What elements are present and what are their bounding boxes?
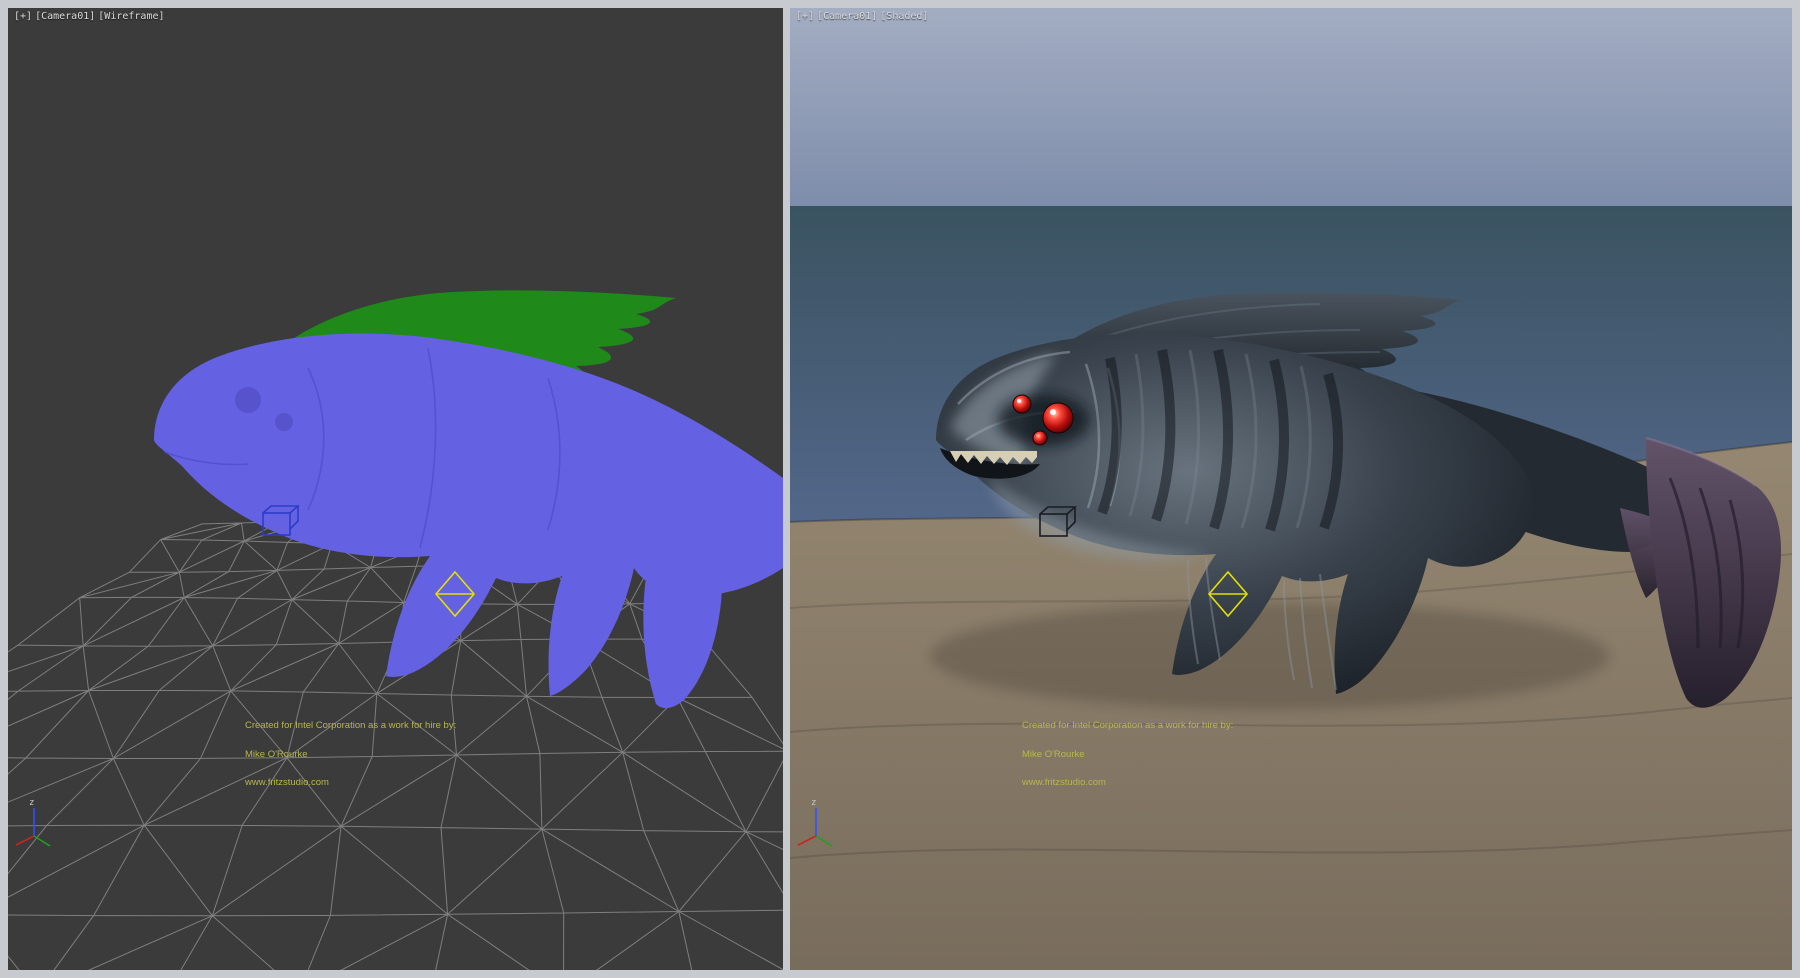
watermark-line: Created for Intel Corporation as a work … [245, 721, 456, 731]
viewport-label: [+] [Camera01] [Shaded] [796, 11, 928, 22]
fish-eye-small [275, 413, 293, 431]
watermark: Created for Intel Corporation as a work … [245, 702, 456, 807]
watermark-line: Mike O'Rourke [245, 750, 456, 760]
watermark-line: Mike O'Rourke [1022, 750, 1233, 760]
fish-eye-upper [1013, 395, 1031, 413]
fish-shadow [930, 602, 1610, 710]
watermark: Created for Intel Corporation as a work … [1022, 702, 1233, 807]
axis-z-label: z [29, 798, 34, 808]
viewport-menu-pov[interactable]: [Camera01] [35, 11, 95, 22]
sky [790, 8, 1792, 208]
viewport-menu-shading[interactable]: [Shaded] [880, 11, 928, 22]
viewport-label: [+] [Camera01] [Wireframe] [14, 11, 165, 22]
viewport-menu-shading[interactable]: [Wireframe] [98, 11, 164, 22]
eye-specular [1017, 399, 1021, 403]
fish-eye-main [1043, 403, 1073, 433]
watermark-line: Created for Intel Corporation as a work … [1022, 721, 1233, 731]
fish-eye [235, 387, 261, 413]
viewport-split-frame: [+] [Camera01] [Wireframe] [0, 0, 1800, 978]
shaded-canvas[interactable]: z [790, 8, 1792, 970]
wireframe-canvas[interactable]: z [8, 8, 783, 970]
watermark-line: www.fritzstudio.com [1022, 778, 1233, 788]
viewport-menu-general[interactable]: [+] [14, 11, 32, 22]
viewport-menu-pov[interactable]: [Camera01] [817, 11, 877, 22]
fish-eye-lower [1033, 431, 1047, 445]
viewport-menu-general[interactable]: [+] [796, 11, 814, 22]
eye-specular [1050, 409, 1056, 415]
watermark-line: www.fritzstudio.com [245, 778, 456, 788]
viewport-shaded[interactable]: [+] [Camera01] [Shaded] [790, 8, 1792, 970]
axis-tripod: z [16, 798, 50, 846]
axis-z-label: z [811, 798, 816, 808]
viewport-wireframe[interactable]: [+] [Camera01] [Wireframe] [8, 8, 783, 970]
